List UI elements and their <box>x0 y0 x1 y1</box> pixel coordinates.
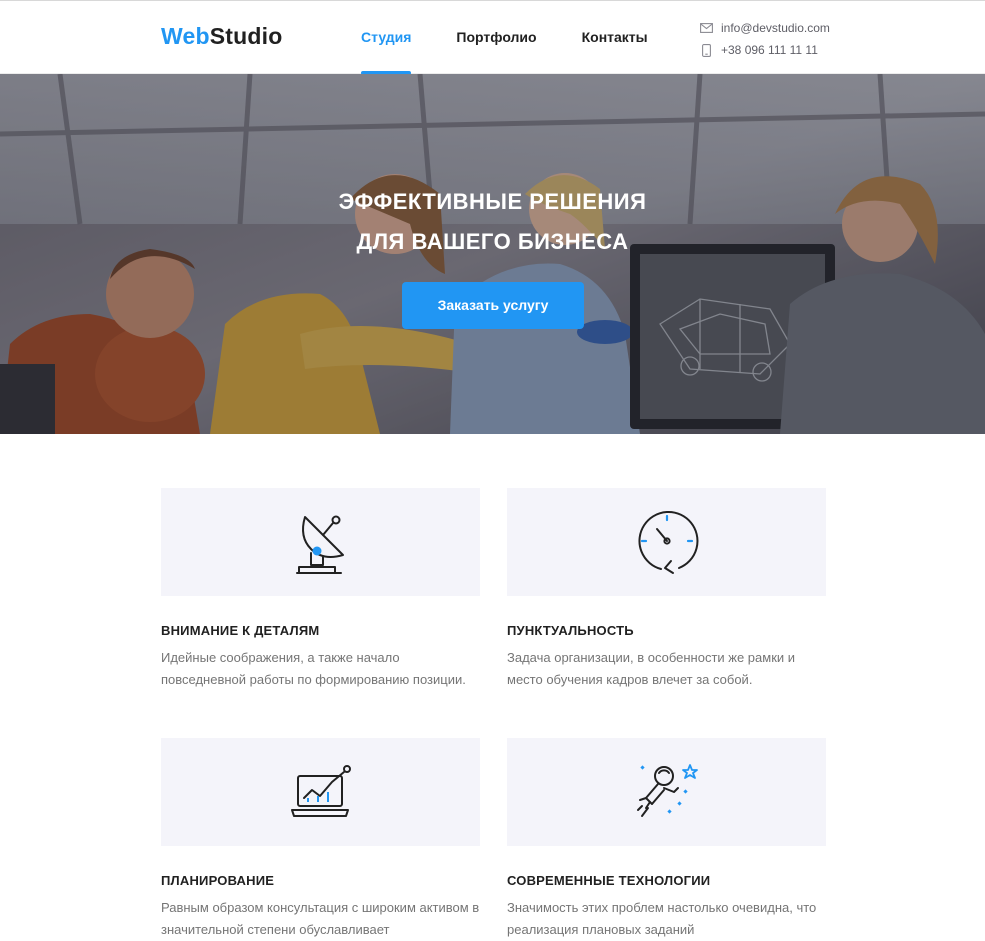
hero-title-line-1: ЭФФЕКТИВНЫЕ РЕШЕНИЯ <box>338 189 647 214</box>
header-contacts: info@devstudio.com +38 096 111 11 11 <box>699 17 830 61</box>
feature-card-technology: СОВРЕМЕННЫЕ ТЕХНОЛОГИИ Значимость этих п… <box>507 738 826 941</box>
feature-card-planning: ПЛАНИРОВАНИЕ Равным образом консультация… <box>161 738 480 941</box>
logo[interactable]: WebStudio <box>161 23 282 50</box>
email-link[interactable]: info@devstudio.com <box>699 17 830 39</box>
phone-text: +38 096 111 11 11 <box>721 43 818 57</box>
feature-icon-box <box>161 488 480 596</box>
mail-icon <box>699 21 713 35</box>
feature-title: СОВРЕМЕННЫЕ ТЕХНОЛОГИИ <box>507 873 711 888</box>
laptop-chart-icon <box>290 765 351 817</box>
site-header: WebStudio Студия Портфолио Контакты info… <box>0 0 985 75</box>
feature-text: Идейные соображения, а также начало повс… <box>161 650 466 687</box>
main-nav: Студия Портфолио Контакты <box>361 1 693 75</box>
hero-title: ЭФФЕКТИВНЫЕ РЕШЕНИЯ ДЛЯ ВАШЕГО БИЗНЕСА <box>0 182 985 262</box>
feature-text: Задача организации, в особенности же рам… <box>507 650 796 687</box>
satellite-dish-icon <box>295 515 344 574</box>
phone-link[interactable]: +38 096 111 11 11 <box>699 39 830 61</box>
feature-text: Равным образом консультация с широким ак… <box>161 900 480 937</box>
feature-icon-box <box>161 738 480 846</box>
nav-item-studio[interactable]: Студия <box>361 1 412 75</box>
logo-part-studio: Studio <box>209 23 283 49</box>
nav-item-contacts[interactable]: Контакты <box>582 1 648 74</box>
feature-title: ВНИМАНИЕ К ДЕТАЛЯМ <box>161 623 320 638</box>
feature-card-punctuality: ПУНКТУАЛЬНОСТЬ Задача организации, в осо… <box>507 488 826 691</box>
feature-text: Значимость этих проблем настолько очевид… <box>507 900 817 937</box>
astronaut-icon <box>636 764 698 817</box>
clock-icon <box>638 510 698 574</box>
feature-title: ПЛАНИРОВАНИЕ <box>161 873 275 888</box>
logo-part-web: Web <box>161 23 210 49</box>
order-service-button[interactable]: Заказать услугу <box>402 282 584 329</box>
feature-icon-box <box>507 738 826 846</box>
nav-item-portfolio[interactable]: Портфолио <box>456 1 536 74</box>
feature-title: ПУНКТУАЛЬНОСТЬ <box>507 623 634 638</box>
phone-icon <box>699 43 713 57</box>
feature-icon-box <box>507 488 826 596</box>
hero-title-line-2: ДЛЯ ВАШЕГО БИЗНЕСА <box>356 229 629 254</box>
email-text: info@devstudio.com <box>721 21 830 35</box>
hero-section: ЭФФЕКТИВНЫЕ РЕШЕНИЯ ДЛЯ ВАШЕГО БИЗНЕСА З… <box>0 74 985 434</box>
feature-card-details: ВНИМАНИЕ К ДЕТАЛЯМ Идейные соображения, … <box>161 488 480 691</box>
